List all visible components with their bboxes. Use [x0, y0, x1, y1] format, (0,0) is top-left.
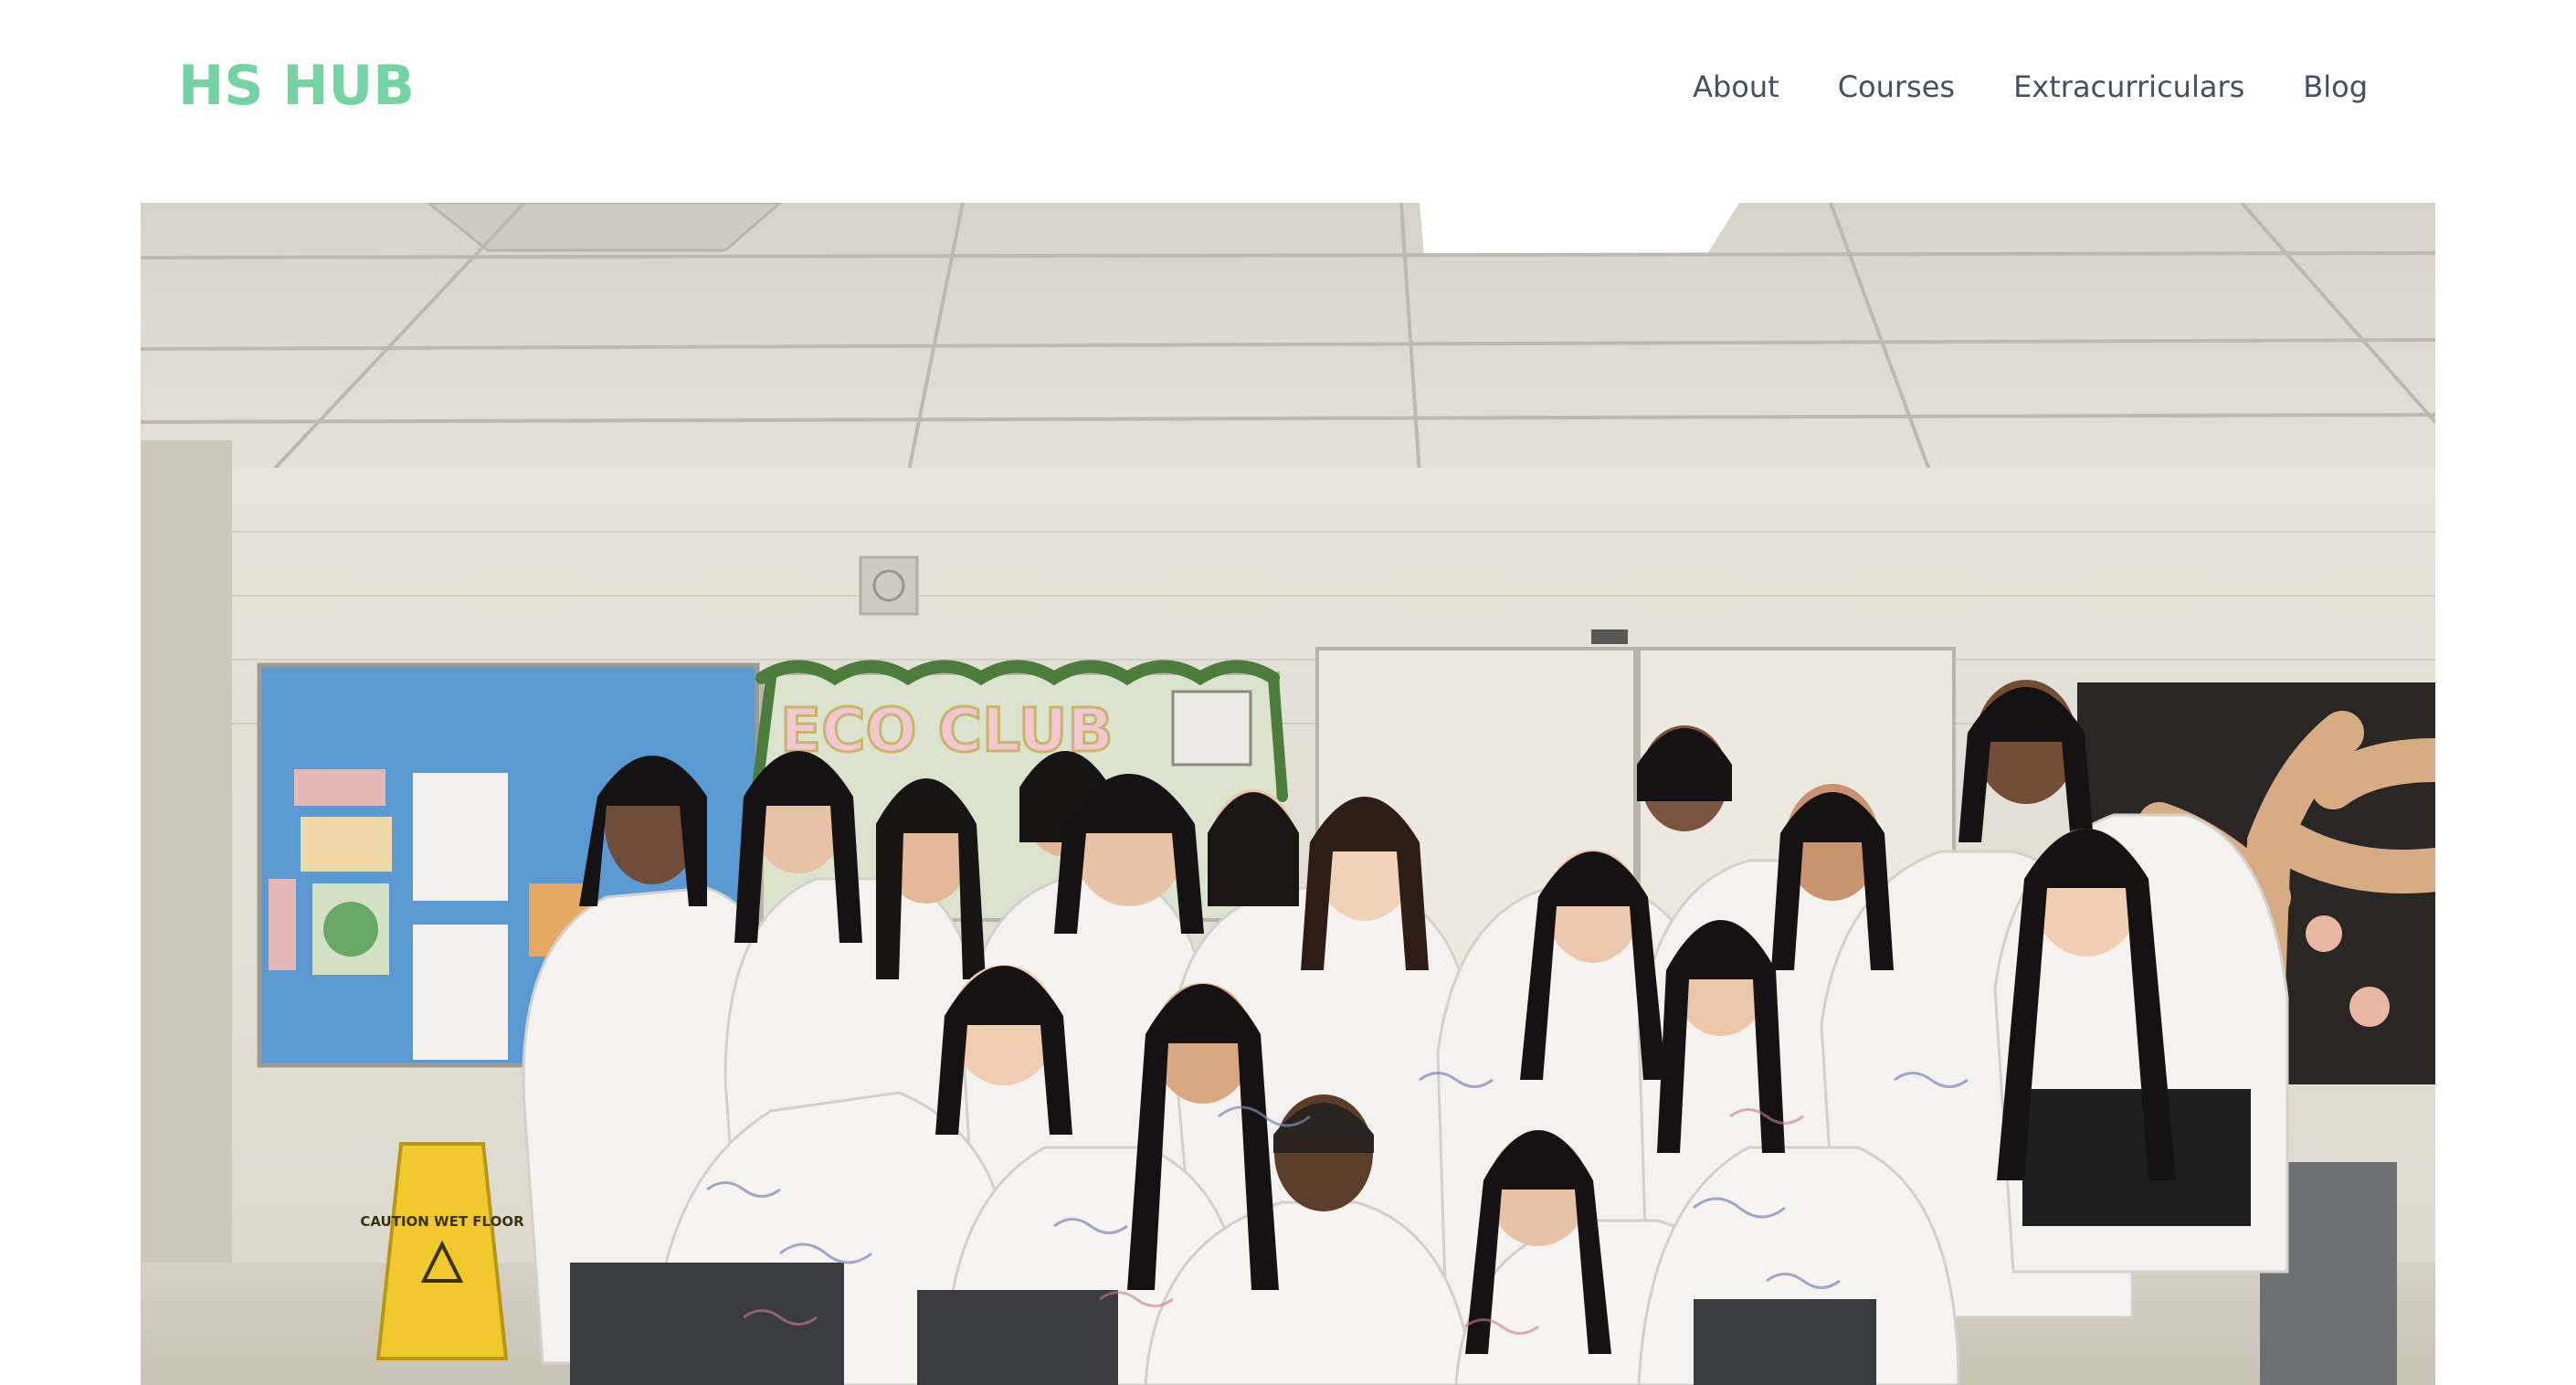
wet-floor-sign-text: CAUTION WET FLOOR — [360, 1213, 524, 1230]
nav-link-about[interactable]: About — [1693, 64, 1779, 110]
wet-floor-sign — [375, 1142, 509, 1360]
site-header: HS HUB About Courses Extracurriculars Bl… — [0, 0, 2576, 203]
nav-link-blog[interactable]: Blog — [2303, 64, 2368, 110]
wall-speaker — [859, 555, 919, 616]
ceiling-vent — [426, 203, 783, 252]
left-wall — [141, 440, 232, 1385]
hero-image: ECO CLUB CAUTION WET FLOOR — [141, 203, 2435, 1385]
site-logo[interactable]: HS HUB — [178, 53, 415, 119]
nav-link-extracurriculars[interactable]: Extracurriculars — [2013, 64, 2244, 110]
main-nav: About Courses Extracurriculars Blog — [1693, 64, 2368, 110]
hero-photo-illustration: ECO CLUB CAUTION WET FLOOR — [141, 203, 2435, 1385]
nav-link-courses[interactable]: Courses — [1838, 64, 1955, 110]
exit-sign — [1591, 629, 1628, 644]
ceiling-light — [1420, 203, 1739, 254]
